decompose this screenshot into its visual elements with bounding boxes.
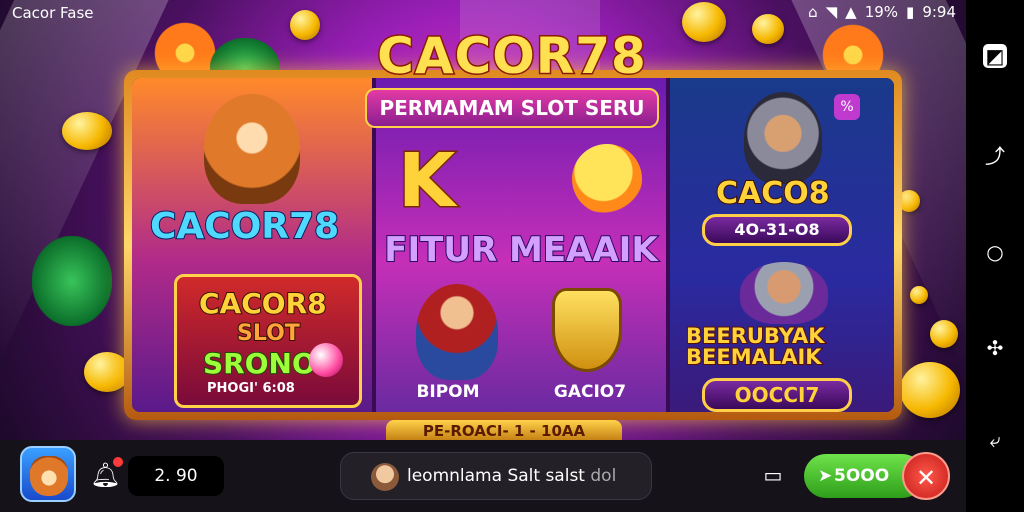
- right-headline: BEERUBYAK BEEMALAIK: [685, 324, 826, 369]
- picture-in-picture-icon[interactable]: ◩: [983, 44, 1007, 68]
- right-caption: GACIO7: [553, 382, 627, 402]
- left-panel[interactable]: CACOR78 CACOR8 SLOT SRONO PHOGI' 6:08: [132, 78, 372, 412]
- promo-footer: PHOGI' 6:08: [207, 381, 295, 396]
- feature-letter: K: [396, 138, 456, 224]
- woman-character: [740, 262, 828, 324]
- pineapple-decoration: [32, 236, 112, 326]
- sun-icon: [572, 144, 642, 214]
- pirate-character: [416, 284, 498, 380]
- home-button[interactable]: ○: [983, 240, 1007, 264]
- notification-badge: [113, 457, 123, 467]
- shield-icon: [552, 288, 622, 372]
- promo-card[interactable]: CACOR8 SLOT SRONO PHOGI' 6:08: [174, 274, 362, 408]
- left-caption: BIPOM: [416, 382, 480, 402]
- candy-icon: [309, 343, 343, 377]
- close-icon[interactable]: ✕: [902, 452, 950, 500]
- right-logo: CACO8: [715, 175, 831, 212]
- avatar: [371, 463, 399, 491]
- game-subtitle: PERMAMAM SLOT SERU: [365, 88, 659, 128]
- title-plate: CACOR78 PERMAMAM SLOT SERU: [362, 26, 662, 150]
- search-pill[interactable]: leomnlama Salt salst dol: [340, 452, 652, 500]
- play-label: 5OOO: [834, 466, 890, 486]
- status-bar: Cacor Fase ⌂ ◥ ▲ 19% ▮ 9:94: [0, 0, 966, 26]
- arrow-icon: ➤: [818, 466, 833, 486]
- screen-icon[interactable]: ▭: [756, 460, 790, 490]
- navigation-rail: ◩ ⤴ ○ ✣ ⤶: [966, 0, 1024, 512]
- search-text: leomnlama Salt salst dol: [407, 466, 616, 486]
- right-panel[interactable]: % CACO8 4O-31-O8 BEERUBYAK BEEMALAIK OOC…: [670, 78, 894, 412]
- right-top-badge: 4O-31-O8: [702, 214, 852, 246]
- notification-icon: ⌂: [808, 3, 818, 21]
- battery-percent: 19%: [864, 3, 899, 21]
- balance-display: 2. 90: [128, 456, 224, 496]
- coin-decoration: [910, 286, 928, 304]
- clock: 9:94: [922, 3, 956, 21]
- feature-title: FITUR MEAAIK: [383, 229, 658, 271]
- promo-line-1: CACOR8: [198, 286, 328, 321]
- promo-line-2: SLOT: [236, 320, 301, 347]
- signal-icon: ▲: [845, 3, 857, 21]
- app-name: Cacor Fase: [12, 4, 94, 22]
- bottom-bar: 🔔︎ 2. 90 leomnlama Salt salst dol ▭ ➤ 5O…: [0, 440, 966, 512]
- coin-decoration: [900, 362, 960, 418]
- coin-decoration: [62, 112, 112, 150]
- game-canvas[interactable]: CACOR78 CACOR8 SLOT SRONO PHOGI' 6:08 K …: [0, 0, 966, 440]
- search-label: leomnlama Salt salst: [407, 466, 585, 486]
- screen: CACOR78 CACOR8 SLOT SRONO PHOGI' 6:08 K …: [0, 0, 1024, 512]
- battery-icon: ▮: [906, 3, 915, 21]
- back-icon[interactable]: ⤶: [983, 428, 1007, 452]
- left-logo: CACOR78: [149, 205, 340, 248]
- search-suffix: dol: [590, 466, 617, 486]
- game-title: CACOR78: [376, 26, 648, 87]
- bottom-plaque: PE-ROACI- 1 - 10AA: [386, 420, 622, 440]
- percent-icon: %: [834, 94, 860, 120]
- gamepad-icon[interactable]: ✣: [983, 336, 1007, 360]
- man-character: [744, 92, 822, 184]
- promo-line-3: SRONO: [202, 346, 317, 381]
- fox-character: [204, 94, 300, 204]
- coin-decoration: [930, 320, 958, 348]
- rotate-icon[interactable]: ⤴: [983, 144, 1007, 168]
- fox-app-icon[interactable]: [20, 446, 76, 502]
- right-bottom-badge: OOCCI7: [702, 378, 852, 412]
- wifi-icon: ◥: [825, 3, 838, 21]
